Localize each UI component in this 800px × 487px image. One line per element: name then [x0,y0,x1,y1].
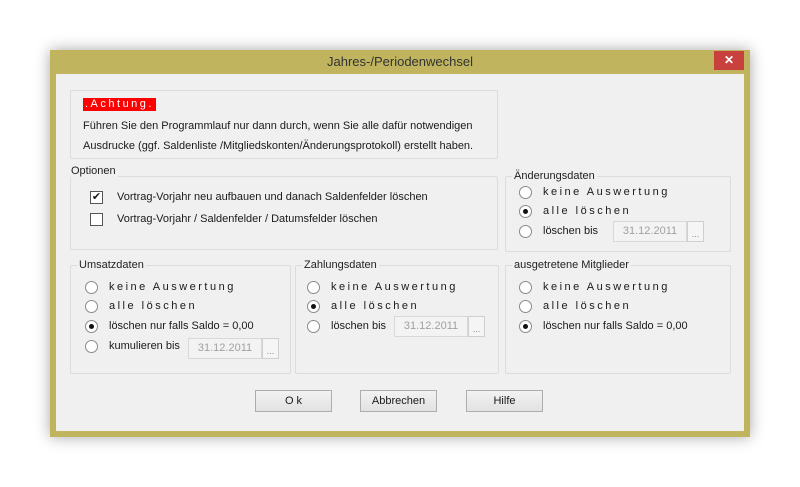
radio-label: löschen nur falls Saldo = 0,00 [109,320,254,332]
help-button[interactable]: Hilfe [466,390,543,412]
umsatzdaten-radio-alle[interactable]: alle löschen [85,298,197,314]
radio-selected-icon[interactable] [85,320,98,333]
zahlungsdaten-radio-alle[interactable]: alle löschen [307,298,419,314]
radio-label: alle löschen [331,300,419,312]
option-delete-checkbox[interactable]: Vortrag-Vorjahr / Saldenfelder / Datumsf… [90,211,377,227]
aenderungsdaten-legend: Änderungsdaten [512,170,597,182]
aenderungsdaten-radio-keine[interactable]: keine Auswertung [519,184,670,200]
ausgetretene-radio-saldo[interactable]: löschen nur falls Saldo = 0,00 [519,318,688,334]
radio-label: kumulieren bis [109,340,180,352]
radio-label: alle löschen [109,300,197,312]
umsatzdaten-date-input[interactable]: 31.12.2011 [188,338,262,359]
radio-selected-icon[interactable] [307,300,320,313]
zahlungsdaten-browse-button[interactable]: ... [468,316,485,337]
radio-label: alle löschen [543,205,631,217]
radio-unselected-icon[interactable] [85,340,98,353]
aenderungsdaten-date-input[interactable]: 31.12.2011 [613,221,687,242]
radio-label: löschen bis [543,225,598,237]
ausgetretene-radio-keine[interactable]: keine Auswertung [519,279,670,295]
checkbox-unchecked-icon[interactable] [90,213,103,226]
umsatzdaten-radio-saldo[interactable]: löschen nur falls Saldo = 0,00 [85,318,254,334]
close-button[interactable]: ✕ [714,51,744,70]
aenderungsdaten-browse-button[interactable]: ... [687,221,704,242]
umsatzdaten-browse-button[interactable]: ... [262,338,279,359]
cancel-button[interactable]: Abbrechen [360,390,437,412]
aenderungsdaten-radio-bis[interactable]: löschen bis [519,223,598,239]
zahlungsdaten-radio-bis[interactable]: löschen bis [307,318,386,334]
radio-label: alle löschen [543,300,631,312]
radio-selected-icon[interactable] [519,205,532,218]
umsatzdaten-radio-kumulieren[interactable]: kumulieren bis [85,338,180,354]
options-legend: Optionen [69,165,118,177]
zahlungsdaten-date-input[interactable]: 31.12.2011 [394,316,468,337]
dialog-window: Jahres-/Periodenwechsel ✕ .Achtung. Führ… [50,50,750,437]
warning-text-1: Führen Sie den Programmlauf nur dann dur… [83,120,473,132]
ausgetretene-radio-alle[interactable]: alle löschen [519,298,631,314]
radio-unselected-icon[interactable] [519,225,532,238]
zahlungsdaten-radio-keine[interactable]: keine Auswertung [307,279,458,295]
radio-unselected-icon[interactable] [307,320,320,333]
aenderungsdaten-radio-alle[interactable]: alle löschen [519,203,631,219]
checkbox-label: Vortrag-Vorjahr neu aufbauen und danach … [117,191,428,203]
radio-selected-icon[interactable] [519,320,532,333]
radio-label: keine Auswertung [543,281,670,293]
radio-label: löschen bis [331,320,386,332]
umsatzdaten-radio-keine[interactable]: keine Auswertung [85,279,236,295]
checkbox-checked-icon[interactable]: ✔ [90,191,103,204]
ausgetretene-legend: ausgetretene Mitglieder [512,259,631,271]
dialog-body: .Achtung. Führen Sie den Programmlauf nu… [56,74,744,431]
radio-unselected-icon[interactable] [307,281,320,294]
radio-label: keine Auswertung [109,281,236,293]
warning-text-2: Ausdrucke (ggf. Saldenliste /Mitgliedsko… [83,140,473,152]
option-rebuild-checkbox[interactable]: ✔ Vortrag-Vorjahr neu aufbauen und danach… [90,189,428,205]
ok-button[interactable]: O k [255,390,332,412]
warning-badge: .Achtung. [83,98,156,111]
window-title: Jahres-/Periodenwechsel [50,50,750,74]
radio-unselected-icon[interactable] [85,300,98,313]
radio-unselected-icon[interactable] [519,281,532,294]
radio-label: löschen nur falls Saldo = 0,00 [543,320,688,332]
radio-unselected-icon[interactable] [519,186,532,199]
zahlungsdaten-legend: Zahlungsdaten [302,259,379,271]
umsatzdaten-legend: Umsatzdaten [77,259,146,271]
radio-label: keine Auswertung [543,186,670,198]
checkbox-label: Vortrag-Vorjahr / Saldenfelder / Datumsf… [117,213,377,225]
radio-label: keine Auswertung [331,281,458,293]
radio-unselected-icon[interactable] [519,300,532,313]
radio-unselected-icon[interactable] [85,281,98,294]
